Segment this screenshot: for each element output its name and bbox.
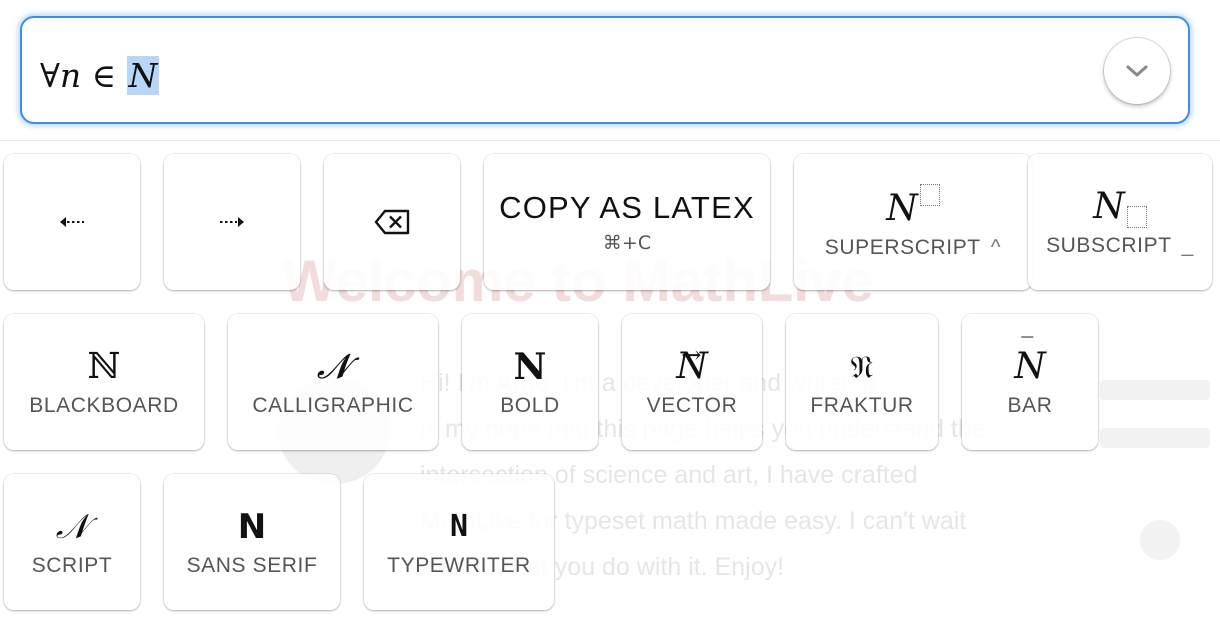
- calligraphic-key[interactable]: 𝓝 CALLIGRAPHIC: [228, 314, 438, 450]
- script-key[interactable]: 𝒩 SCRIPT: [4, 474, 140, 610]
- placeholder-box: [1126, 206, 1147, 228]
- bold-label: BOLD: [500, 394, 560, 417]
- blackboard-key[interactable]: ℕ BLACKBOARD: [4, 314, 204, 450]
- vector-key[interactable]: N → VECTOR: [622, 314, 762, 450]
- sans-serif-label: SANS SERIF: [186, 554, 318, 577]
- sans-serif-key[interactable]: N SANS SERIF: [164, 474, 340, 610]
- bar-glyph: N ‾: [1014, 333, 1046, 388]
- arrow-left-icon: [60, 217, 84, 227]
- vector-glyph: N →: [676, 341, 708, 388]
- math-input-field[interactable]: ∀n ∈ N: [20, 16, 1190, 124]
- keyboard-toggle-button[interactable]: [1104, 38, 1170, 104]
- superscript-label: SUPERSCRIPT: [824, 236, 981, 259]
- superscript-shortcut: ^: [990, 236, 1002, 259]
- subscript-key[interactable]: N SUBSCRIPT _: [1028, 154, 1212, 290]
- superscript-caption: SUPERSCRIPT ^: [825, 236, 1001, 260]
- subscript-shortcut: _: [1181, 234, 1194, 257]
- chevron-down-icon: [1126, 65, 1148, 77]
- arrow-right-icon: [220, 217, 244, 227]
- bar-accent: ‾: [1021, 333, 1034, 361]
- variable-n: n: [59, 56, 82, 95]
- vector-label: VECTOR: [646, 394, 738, 417]
- selected-variable: N: [126, 56, 160, 95]
- subscript-preview: N: [1093, 186, 1147, 228]
- forall-symbol: ∀: [40, 56, 60, 95]
- bar-key[interactable]: N ‾ BAR: [962, 314, 1098, 450]
- typewriter-label: TYPEWRITER: [387, 554, 531, 577]
- element-of-symbol: ∈: [81, 56, 127, 95]
- subscript-caption: SUBSCRIPT _: [1046, 234, 1194, 258]
- blackboard-glyph: ℕ: [87, 346, 121, 387]
- superscript-glyph: N: [886, 188, 918, 229]
- sans-serif-glyph: N: [237, 507, 267, 547]
- formula[interactable]: ∀n ∈ N: [40, 56, 160, 95]
- fraktur-key[interactable]: 𝔑 FRAKTUR: [786, 314, 938, 450]
- blackboard-label: BLACKBOARD: [29, 394, 179, 417]
- fraktur-label: FRAKTUR: [810, 394, 914, 417]
- subscript-glyph: N: [1093, 186, 1125, 227]
- copy-shortcut: ⌘+C: [602, 232, 652, 254]
- move-right-key[interactable]: [164, 154, 300, 290]
- bar-label: BAR: [1007, 394, 1053, 417]
- typewriter-key[interactable]: N TYPEWRITER: [364, 474, 554, 610]
- backspace-key[interactable]: [324, 154, 460, 290]
- subscript-label: SUBSCRIPT: [1046, 234, 1172, 257]
- bold-glyph: N: [513, 346, 547, 388]
- page: Welcome to MathLive Hi! I'm Arno. I'm a …: [0, 0, 1220, 626]
- script-label: SCRIPT: [31, 554, 113, 577]
- script-glyph: 𝒩: [55, 507, 89, 547]
- superscript-key[interactable]: N SUPERSCRIPT ^: [794, 154, 1032, 290]
- calligraphic-glyph: 𝓝: [316, 347, 350, 387]
- mathfield-container: ∀n ∈ N: [0, 0, 1220, 141]
- calligraphic-label: CALLIGRAPHIC: [252, 394, 414, 417]
- copy-as-latex-label: COPY AS LATEX: [499, 190, 755, 225]
- bold-key[interactable]: N BOLD: [462, 314, 598, 450]
- vector-arrow-accent: →: [681, 341, 702, 369]
- placeholder-box: [919, 184, 940, 206]
- virtual-keyboard: COPY AS LATEX ⌘+C N SUPERSCRIPT ^ N SUBSC…: [0, 140, 1220, 626]
- typewriter-glyph: N: [449, 509, 469, 544]
- copy-as-latex-key[interactable]: COPY AS LATEX ⌘+C: [484, 154, 770, 290]
- move-left-key[interactable]: [4, 154, 140, 290]
- fraktur-glyph: 𝔑: [850, 348, 874, 386]
- superscript-preview: N: [886, 184, 940, 230]
- backspace-icon: [374, 209, 410, 235]
